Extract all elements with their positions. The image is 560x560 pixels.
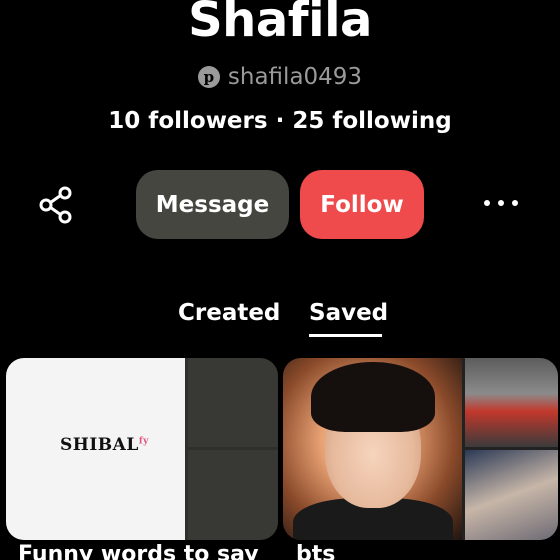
board-thumbnail (465, 450, 558, 540)
share-icon[interactable] (38, 185, 78, 225)
cover-text: SHIBALfy (60, 435, 149, 455)
cover-word: SHIBAL (60, 435, 139, 455)
tab-created[interactable]: Created (178, 300, 280, 326)
dot (484, 200, 490, 206)
board-title[interactable]: bts (296, 542, 335, 560)
tab-saved[interactable]: Saved (309, 300, 388, 326)
board-card[interactable]: SHIBALfy (6, 358, 278, 540)
board-thumbnail (188, 450, 278, 540)
follow-button[interactable]: Follow (300, 170, 424, 239)
profile-handle-row: p shafila0493 (0, 64, 560, 90)
active-tab-indicator (309, 334, 382, 337)
board-cover-image (283, 358, 462, 540)
profile-handle: shafila0493 (227, 64, 363, 90)
board-thumbnail (465, 358, 558, 447)
profile-name: Shafila (188, 0, 372, 48)
message-button[interactable]: Message (136, 170, 289, 239)
cover-mark: fy (138, 436, 149, 447)
dot (512, 200, 518, 206)
pinterest-logo-icon: p (197, 66, 220, 88)
board-thumbnail (188, 358, 278, 447)
more-options-icon[interactable] (484, 200, 518, 208)
photo-detail (311, 362, 435, 432)
profile-screen: Shafila p shafila0493 10 followers · 25 … (0, 0, 560, 560)
board-title[interactable]: Funny words to say (18, 542, 259, 560)
board-card[interactable] (283, 358, 558, 540)
dot (498, 200, 504, 206)
board-cover-image: SHIBALfy (6, 358, 185, 540)
follow-stats[interactable]: 10 followers · 25 following (0, 108, 560, 134)
